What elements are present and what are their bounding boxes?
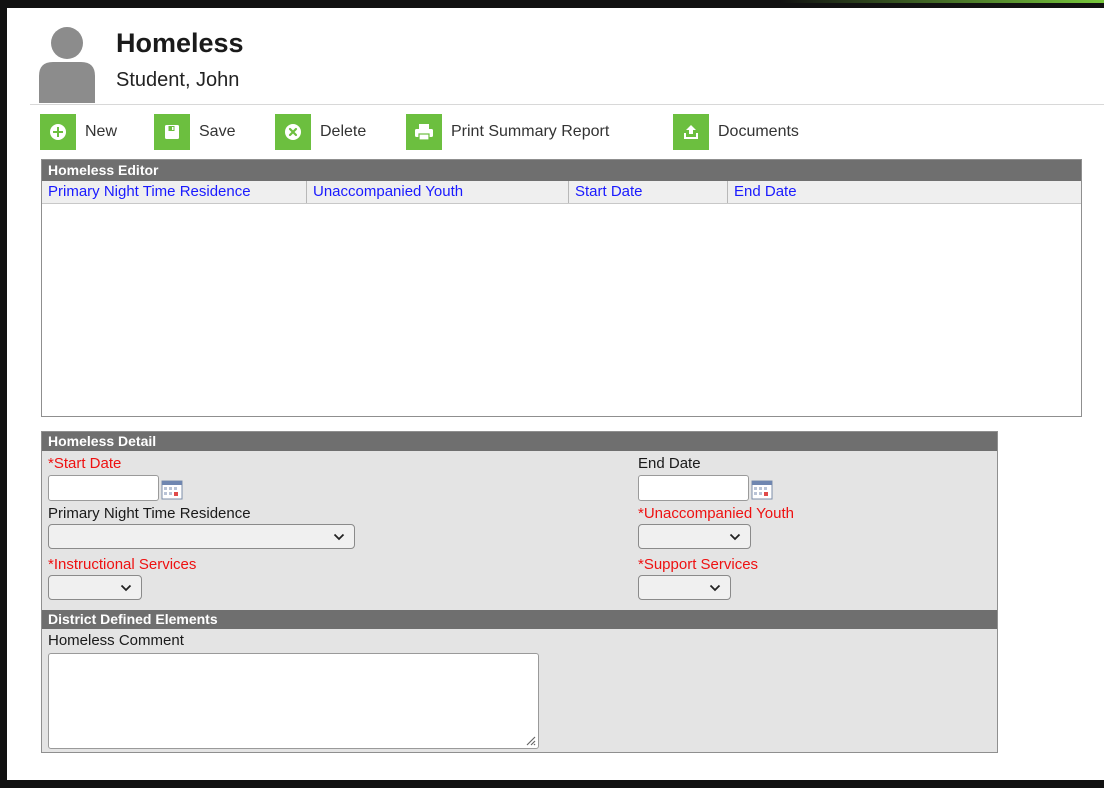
unaccompanied-youth-label: *Unaccompanied Youth — [638, 505, 794, 522]
start-date-input[interactable] — [48, 475, 159, 501]
homeless-detail-panel: Homeless Detail *Start Date End Date Pri… — [41, 431, 998, 753]
district-defined-elements-title: District Defined Elements — [42, 610, 997, 629]
close-circle-icon — [275, 114, 311, 150]
print-summary-report-label: Print Summary Report — [451, 123, 610, 140]
end-date-label: End Date — [638, 455, 701, 472]
support-services-label: *Support Services — [638, 556, 759, 573]
top-accent-bar — [780, 0, 1104, 3]
column-unaccompanied-youth[interactable]: Unaccompanied Youth — [307, 181, 569, 203]
end-date-input[interactable] — [638, 475, 749, 501]
column-start-date[interactable]: Start Date — [569, 181, 728, 203]
resize-grip-icon[interactable] — [524, 734, 536, 746]
print-summary-report-button[interactable]: Print Summary Report — [406, 113, 609, 151]
unaccompanied-youth-select[interactable] — [638, 524, 751, 549]
documents-button[interactable]: Documents — [673, 113, 799, 151]
toolbar: New Save Delete Print Summary Report Doc… — [40, 113, 1100, 151]
support-services-select[interactable] — [638, 575, 731, 600]
primary-night-time-residence-label: Primary Night Time Residence — [48, 505, 251, 522]
instructional-services-label: *Instructional Services — [48, 556, 197, 573]
avatar-icon — [39, 27, 95, 103]
calendar-icon[interactable] — [751, 480, 773, 500]
documents-button-label: Documents — [718, 123, 799, 140]
primary-night-time-residence-select[interactable] — [48, 524, 355, 549]
editor-column-headers: Primary Night Time Residence Unaccompani… — [42, 181, 1081, 204]
column-end-date[interactable]: End Date — [728, 181, 1081, 203]
save-button[interactable]: Save — [154, 113, 235, 151]
chevron-down-icon — [729, 533, 741, 541]
new-button[interactable]: New — [40, 113, 117, 151]
plus-circle-icon — [40, 114, 76, 150]
chevron-down-icon — [120, 584, 132, 592]
chevron-down-icon — [709, 584, 721, 592]
calendar-icon[interactable] — [161, 480, 183, 500]
page-header: Homeless Student, John — [30, 20, 1104, 104]
column-primary-night-time-residence[interactable]: Primary Night Time Residence — [42, 181, 307, 203]
delete-button-label: Delete — [320, 123, 367, 140]
chevron-down-icon — [333, 533, 345, 541]
start-date-label: *Start Date — [48, 455, 122, 472]
floppy-disk-icon — [154, 114, 190, 150]
student-name: Student, John — [116, 69, 240, 91]
homeless-editor-panel: Homeless Editor Primary Night Time Resid… — [41, 159, 1082, 417]
new-button-label: New — [85, 123, 118, 140]
save-button-label: Save — [199, 123, 236, 140]
homeless-editor-title: Homeless Editor — [42, 160, 1081, 181]
homeless-detail-title: Homeless Detail — [42, 432, 997, 451]
homeless-comment-textarea[interactable] — [48, 653, 539, 749]
homeless-comment-label: Homeless Comment — [48, 632, 184, 649]
header-divider — [30, 104, 1104, 105]
upload-icon — [673, 114, 709, 150]
instructional-services-select[interactable] — [48, 575, 142, 600]
delete-button[interactable]: Delete — [275, 113, 366, 151]
printer-icon — [406, 114, 442, 150]
page-title: Homeless — [116, 28, 244, 58]
editor-rows-area — [42, 204, 1081, 416]
